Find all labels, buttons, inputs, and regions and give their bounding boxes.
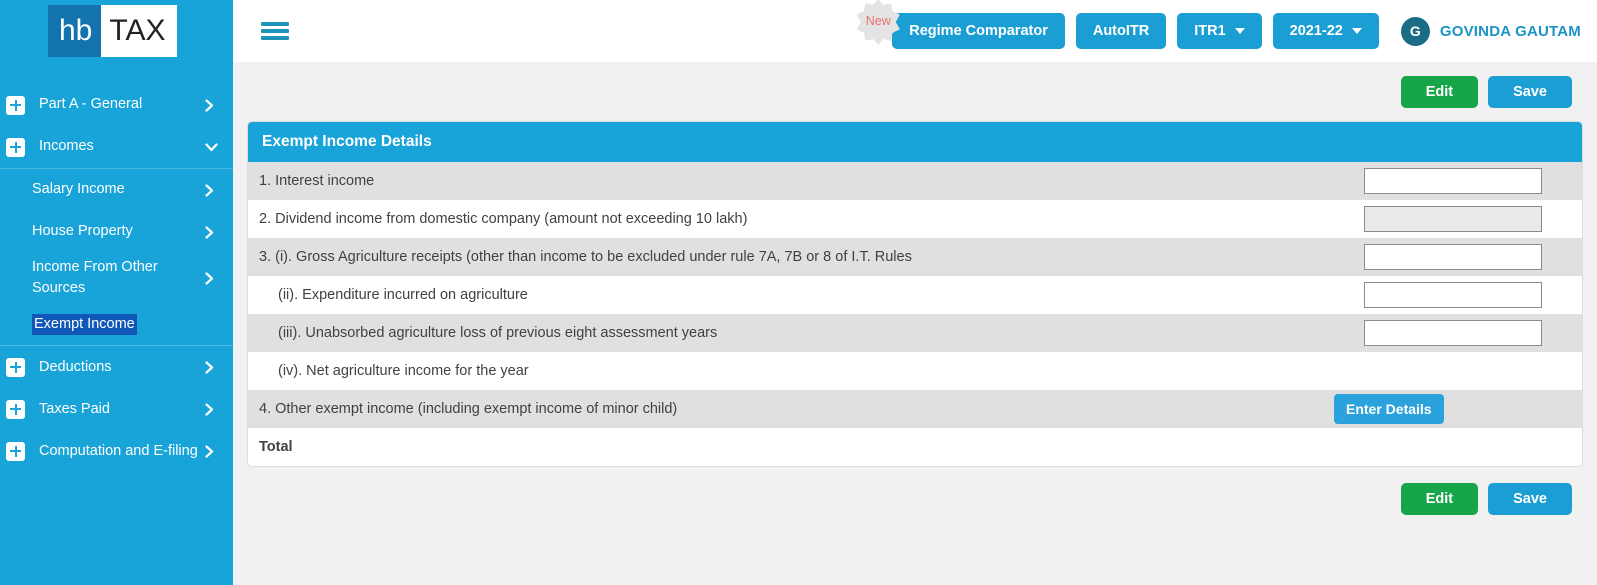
app-logo[interactable]: hb TAX [0,0,233,62]
itr-form-dropdown[interactable]: ITR1 [1177,12,1262,50]
bottom-action-row: Edit Save [247,483,1583,515]
main-area: New Regime Comparator AutoITR ITR1 2021-… [233,0,1597,585]
row-field [1334,168,1582,194]
sidebar-item-label: Part A - General [39,96,143,113]
agriculture-expenditure-input[interactable] [1364,282,1542,308]
regime-comparator-button[interactable]: Regime Comparator [892,12,1065,50]
sidebar-item-computation-and-e-filing[interactable]: Computation and E-filing [0,430,233,472]
hamburger-bar [261,36,289,40]
top-bar-actions: New Regime Comparator AutoITR ITR1 2021-… [856,0,1581,50]
dividend-income-input [1364,206,1542,232]
row-label: (iv). Net agriculture income for the yea… [278,362,529,379]
plus-box-icon [6,399,25,419]
sidebar-item-label: Taxes Paid [39,400,110,417]
save-button-top[interactable]: Save [1488,76,1572,108]
plus-box-icon [6,95,25,115]
chevron-down-icon [1351,28,1362,34]
sidebar-item-label: Deductions [39,358,112,375]
plus-box-icon [6,137,25,157]
exempt-income-card: Exempt Income Details 1. Interest income… [247,121,1583,467]
row-label: (iii). Unabsorbed agriculture loss of pr… [278,324,718,341]
chevron-right-icon [205,360,219,374]
row-label: 2. Dividend income from domestic company… [259,210,748,227]
chevron-right-icon [205,98,219,112]
hamburger-bar [261,22,289,26]
sidebar-item-income-from-other-sources[interactable]: Income From Other Sources [0,253,233,303]
sidebar-item-label: Incomes [39,138,94,155]
sidebar-item-house-property[interactable]: House Property [0,211,233,253]
sidebar-item-label: Income From Other Sources [32,259,158,297]
enter-details-button[interactable]: Enter Details [1334,394,1444,424]
row-label: 1. Interest income [259,172,375,189]
table-row: (iii). Unabsorbed agriculture loss of pr… [248,314,1582,352]
chevron-right-icon [205,225,219,239]
sidebar-item-salary-income[interactable]: Salary Income [0,169,233,211]
edit-button-bottom[interactable]: Edit [1400,483,1479,515]
sidebar-item-incomes[interactable]: Incomes [0,126,233,168]
table-row: 4. Other exempt income (including exempt… [248,390,1582,428]
save-button-bottom[interactable]: Save [1488,483,1572,515]
top-bar: New Regime Comparator AutoITR ITR1 2021-… [233,0,1597,62]
plus-box-icon [6,441,25,461]
chevron-right-icon [205,183,219,197]
user-name: GOVINDA GAUTAM [1439,22,1581,40]
row-label: 3. (i). Gross Agriculture receipts (othe… [259,248,912,265]
content-area: Edit Save Exempt Income Details 1. Inter… [233,62,1597,585]
table-row: 3. (i). Gross Agriculture receipts (othe… [248,238,1582,276]
auto-itr-button[interactable]: AutoITR [1075,12,1167,50]
regime-comparator-wrap: New Regime Comparator [856,0,1065,50]
row-label: (ii). Expenditure incurred on agricultur… [278,286,528,303]
row-field [1334,282,1582,308]
logo-mark: hb [48,5,102,57]
card-title: Exempt Income Details [248,122,1582,162]
logo-wordmark: TAX [101,5,177,57]
sidebar-item-label: Salary Income [32,181,125,198]
itr-form-value: ITR1 [1194,22,1226,39]
table-row: 2. Dividend income from domestic company… [248,200,1582,238]
row-field [1334,244,1582,270]
row-field: Enter Details [1334,394,1582,424]
sidebar-item-label: Exempt Income [32,313,137,335]
assessment-year-value: 2021-22 [1289,22,1343,39]
edit-button-top[interactable]: Edit [1400,76,1479,108]
hamburger-icon[interactable] [261,20,289,42]
app-root: hb TAX Part A - General Incomes Salary I… [0,0,1597,585]
sidebar-item-part-a-general[interactable]: Part A - General [0,84,233,126]
chevron-right-icon [205,402,219,416]
top-action-row: Edit Save [247,76,1583,108]
row-field [1334,206,1582,232]
chevron-right-icon [205,444,219,458]
user-menu[interactable]: G GOVINDA GAUTAM [1400,16,1581,46]
sidebar-item-label: Computation and E-filing [39,442,198,459]
row-label: 4. Other exempt income (including exempt… [259,400,678,417]
unabsorbed-agriculture-loss-input[interactable] [1364,320,1542,346]
chevron-right-icon [205,271,219,285]
sidebar-item-label: House Property [32,223,133,240]
gross-agriculture-receipts-input[interactable] [1364,244,1542,270]
row-label-total: Total [259,438,293,455]
plus-box-icon [6,357,25,377]
hamburger-bar [261,29,289,33]
sidebar-item-deductions[interactable]: Deductions [0,346,233,388]
assessment-year-dropdown[interactable]: 2021-22 [1272,12,1379,50]
table-row: (ii). Expenditure incurred on agricultur… [248,276,1582,314]
table-row: Total [248,428,1582,466]
sidebar: hb TAX Part A - General Incomes Salary I… [0,0,233,585]
interest-income-input[interactable] [1364,168,1542,194]
sidebar-item-exempt-income[interactable]: Exempt Income [0,303,233,345]
chevron-down-icon [205,142,219,152]
logo-blocks: hb TAX [48,5,177,57]
avatar: G [1400,16,1430,46]
sidebar-nav: Part A - General Incomes Salary Income H… [0,84,233,472]
table-row: (iv). Net agriculture income for the yea… [248,352,1582,390]
row-field [1334,320,1582,346]
chevron-down-icon [1234,28,1245,34]
table-row: 1. Interest income [248,162,1582,200]
sidebar-item-taxes-paid[interactable]: Taxes Paid [0,388,233,430]
exempt-income-table: 1. Interest income 2. Dividend income fr… [248,162,1582,466]
